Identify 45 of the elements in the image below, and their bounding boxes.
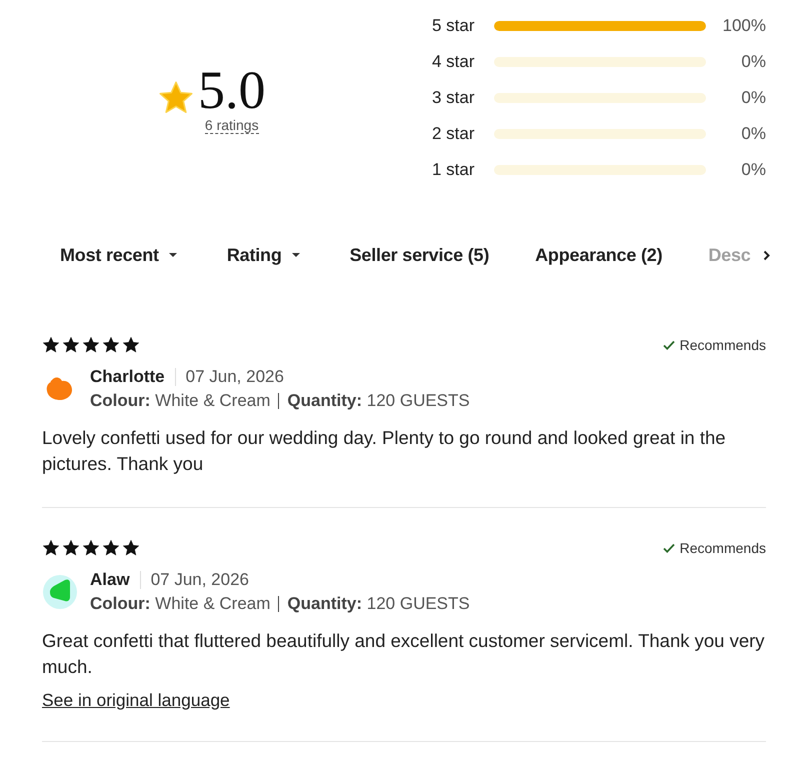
- product-detail: Colour: White & Cream: [90, 390, 270, 412]
- check-icon: [662, 340, 675, 350]
- percentage: 0%: [740, 124, 766, 144]
- translation-link[interactable]: See in original language: [42, 690, 230, 711]
- star-level-label: 4 star: [432, 52, 476, 72]
- sort-dropdown[interactable]: Rating: [208, 236, 322, 274]
- ratings-count-link[interactable]: 6 ratings: [204, 116, 259, 134]
- star-icon: [158, 80, 194, 116]
- star-icon: [82, 336, 100, 354]
- product-detail: Quantity: 120 GUESTS: [278, 393, 470, 409]
- product-detail: Colour: White & Cream: [90, 593, 270, 615]
- star-icon: [122, 539, 140, 557]
- reviewer-name: Alaw: [90, 569, 130, 591]
- star-icon: [62, 336, 80, 354]
- review-text: Lovely confetti used for our wedding day. Plenty to go round and looked great in the pictures. Thank you: [42, 426, 727, 476]
- chevron-right-icon[interactable]: [762, 250, 770, 260]
- review-text: Great confetti that fluttered beautifully and excellent customer serviceml. Thank you very much.: [42, 629, 766, 679]
- star-level-label: 5 star: [432, 16, 476, 36]
- caret-icon: [168, 253, 177, 257]
- filter-tab[interactable]: Seller service (5): [332, 236, 508, 274]
- sort-dropdown[interactable]: Most recent: [42, 236, 199, 274]
- recommends-label: Recommends: [680, 540, 766, 556]
- star-level-label: 1 star: [432, 160, 476, 180]
- recommends-label: Recommends: [680, 337, 766, 353]
- star-level-label: 2 star: [432, 124, 476, 144]
- percentage: 0%: [740, 52, 766, 72]
- star-icon: [122, 336, 140, 354]
- percentage: 100%: [722, 16, 766, 36]
- percentage: 0%: [740, 160, 766, 180]
- percentage: 0%: [740, 88, 766, 108]
- star-icon: [102, 336, 120, 354]
- check-icon: [662, 543, 675, 553]
- star-icon: [102, 539, 120, 557]
- average-rating: 5.0: [198, 62, 266, 116]
- star-icon: [62, 539, 80, 557]
- filter-tab[interactable]: Appearance (2): [517, 236, 680, 274]
- review-date: 07 Jun, 2026: [174, 368, 284, 386]
- caret-icon: [292, 253, 300, 257]
- star-icon: [42, 336, 60, 354]
- product-detail: Quantity: 120 GUESTS: [278, 596, 470, 612]
- star-level-label: 3 star: [432, 88, 476, 108]
- star-icon: [82, 539, 100, 557]
- star-icon: [42, 539, 60, 557]
- reviewer-name: Charlotte: [90, 366, 165, 388]
- review-date: 07 Jun, 2026: [140, 571, 249, 589]
